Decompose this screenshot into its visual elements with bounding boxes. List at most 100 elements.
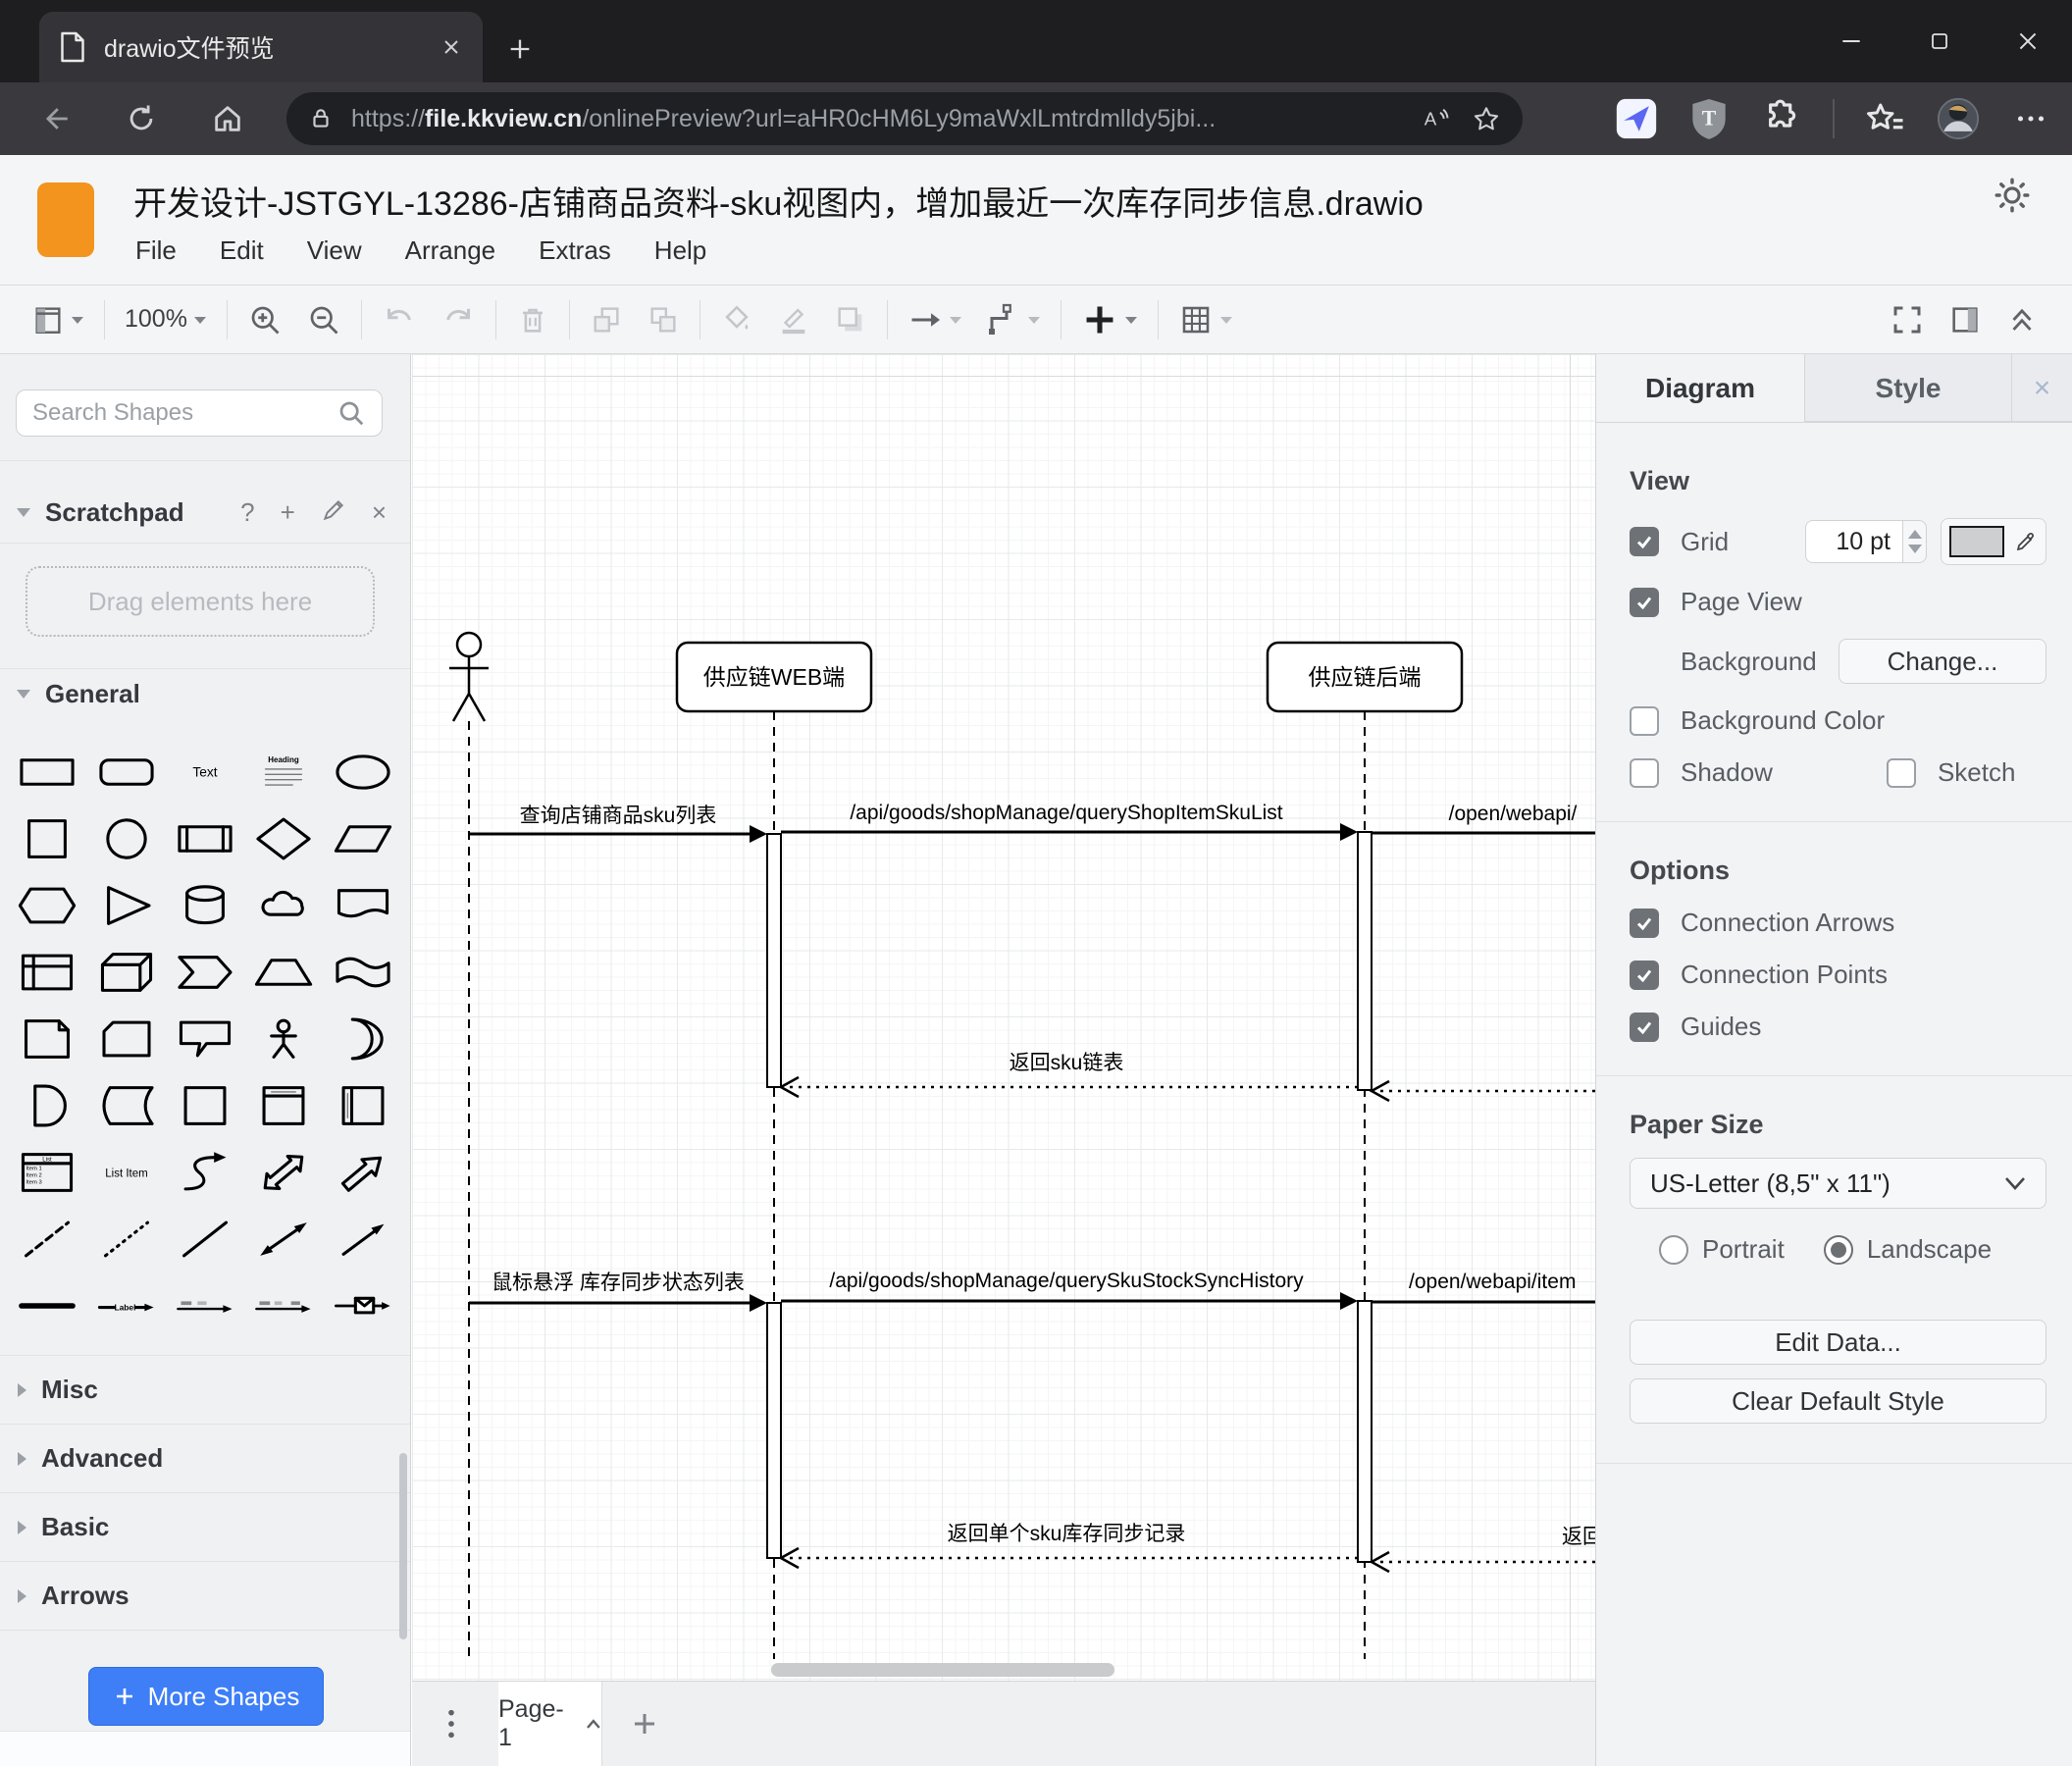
shape-list[interactable]: List Item 1 Item 2 Item 3 [8,1139,86,1206]
grid-checkbox[interactable] [1630,527,1659,556]
shape-textbox[interactable]: Heading [244,739,323,805]
actor-figure[interactable] [449,631,489,722]
shape-process[interactable] [166,805,244,872]
message-open-webapi[interactable]: /open/webapi/ [1372,803,1595,835]
shape-ellipse[interactable] [324,739,402,805]
shape-and[interactable] [8,1072,86,1139]
message-open-webapi-item[interactable]: /open/webapi/item [1372,1271,1595,1304]
grid-size-stepper[interactable] [1903,520,1927,563]
page-view-checkbox[interactable] [1630,587,1659,617]
collections-icon[interactable] [1864,97,1907,140]
search-input[interactable] [32,399,337,427]
shape-line[interactable] [166,1206,244,1273]
message-query-sku-list[interactable]: 查询店铺商品sku列表 [469,805,767,843]
return-into-backend-2[interactable]: 返回 [1369,1526,1595,1574]
reload-icon[interactable] [114,91,169,146]
canvas-horizontal-scrollbar[interactable] [771,1663,1114,1677]
collapse-toolbar-icon[interactable] [1994,293,2050,346]
home-icon[interactable] [200,91,255,146]
return-into-backend-1[interactable] [1369,1079,1595,1103]
section-misc[interactable]: Misc [0,1355,410,1424]
shape-triangle[interactable] [86,872,165,939]
fill-color-icon[interactable] [708,293,765,346]
grid-size-input[interactable] [1805,520,1903,563]
shape-circle[interactable] [86,805,165,872]
paper-size-select[interactable]: US-Letter (8,5" x 11") [1630,1158,2046,1209]
shape-rectangle[interactable] [8,739,86,805]
tampermonkey-shield-icon[interactable]: T [1687,97,1731,140]
to-back-icon[interactable] [635,293,692,346]
change-background-button[interactable]: Change... [1839,639,2046,684]
guides-checkbox[interactable] [1630,1012,1659,1042]
zoom-level-button[interactable]: 100% [113,293,219,346]
participant-backend[interactable]: 供应链后端 [1266,641,1464,713]
shape-step[interactable] [166,939,244,1006]
favorite-star-icon[interactable] [1472,104,1501,133]
section-general[interactable]: General [0,670,410,717]
panel-close-icon[interactable]: × [2011,354,2072,422]
portrait-radio[interactable] [1659,1234,1688,1265]
shape-square[interactable] [8,805,86,872]
shape-card[interactable] [86,1006,165,1072]
shape-dashed-line[interactable] [8,1206,86,1273]
section-basic[interactable]: Basic [0,1492,410,1561]
browser-tab[interactable]: drawio文件预览 [39,12,483,82]
url-bar[interactable]: https://file.kkview.cn/onlinePreview?url… [286,92,1523,145]
grid-color-button[interactable] [1941,518,2046,565]
zoom-out-icon[interactable] [294,293,353,346]
connection-points-checkbox[interactable] [1630,960,1659,990]
window-close-button[interactable] [1984,0,2072,82]
message-api-query-sku-stock-sync-history[interactable]: /api/goods/shopManage/querySkuStockSyncH… [781,1270,1358,1310]
scratchpad-section[interactable]: Scratchpad ? + × [0,488,410,537]
profile-avatar[interactable] [1937,97,1980,140]
sidebar-scrollbar[interactable] [399,1453,407,1639]
shape-arrow[interactable] [324,1139,402,1206]
shadow-icon[interactable] [822,293,879,346]
scratchpad-dropzone[interactable]: Drag elements here [26,566,375,637]
shape-rounded-rectangle[interactable] [86,739,165,805]
connection-arrows-checkbox[interactable] [1630,908,1659,938]
shape-actor[interactable] [244,1006,323,1072]
undo-icon[interactable] [370,293,429,346]
tab-style[interactable]: Style [1804,354,2011,422]
activation-web-2[interactable] [766,1302,782,1559]
shape-directional-connector[interactable] [324,1206,402,1273]
view-panels-button[interactable] [20,293,96,346]
tab-diagram[interactable]: Diagram [1596,354,1804,422]
activation-backend-2[interactable] [1357,1300,1373,1563]
shadow-checkbox[interactable] [1630,757,1659,788]
shape-horizontal-line[interactable] [8,1273,86,1339]
shape-horizontal-container[interactable] [324,1072,402,1139]
shape-cylinder[interactable] [166,872,244,939]
back-icon[interactable] [27,91,82,146]
shape-parallelogram[interactable] [324,805,402,872]
fullscreen-icon[interactable] [1878,293,1937,346]
return-single-sku-record[interactable]: 返回单个sku库存同步记录 [778,1523,1358,1570]
menu-file[interactable]: File [135,235,177,266]
pages-menu-icon[interactable] [430,1682,473,1766]
scratchpad-close-icon[interactable]: × [372,497,387,528]
menu-view[interactable]: View [307,235,362,266]
window-maximize-button[interactable] [1895,0,1984,82]
shape-trapezoid[interactable] [244,939,323,1006]
section-arrows[interactable]: Arrows [0,1561,410,1630]
menu-extras[interactable]: Extras [539,235,611,266]
tab-close-icon[interactable] [440,35,463,59]
shape-or[interactable] [324,1006,402,1072]
menu-arrange[interactable]: Arrange [405,235,496,266]
shape-data-storage[interactable] [86,1072,165,1139]
page-tab[interactable]: Page-1 [498,1682,602,1766]
redo-icon[interactable] [429,293,488,346]
activation-backend-1[interactable] [1357,831,1373,1091]
scratchpad-help-icon[interactable]: ? [240,497,254,528]
browser-menu-icon[interactable] [2009,97,2052,140]
thunder-extension-icon[interactable] [1615,97,1658,140]
format-panel-icon[interactable] [1937,293,1994,346]
shape-document[interactable] [324,872,402,939]
delete-icon[interactable] [504,293,561,346]
background-color-checkbox[interactable] [1630,705,1659,736]
shape-callout[interactable] [166,1006,244,1072]
scratchpad-add-icon[interactable]: + [281,497,295,528]
shape-tape[interactable] [324,939,402,1006]
more-shapes-button[interactable]: More Shapes [88,1667,324,1726]
